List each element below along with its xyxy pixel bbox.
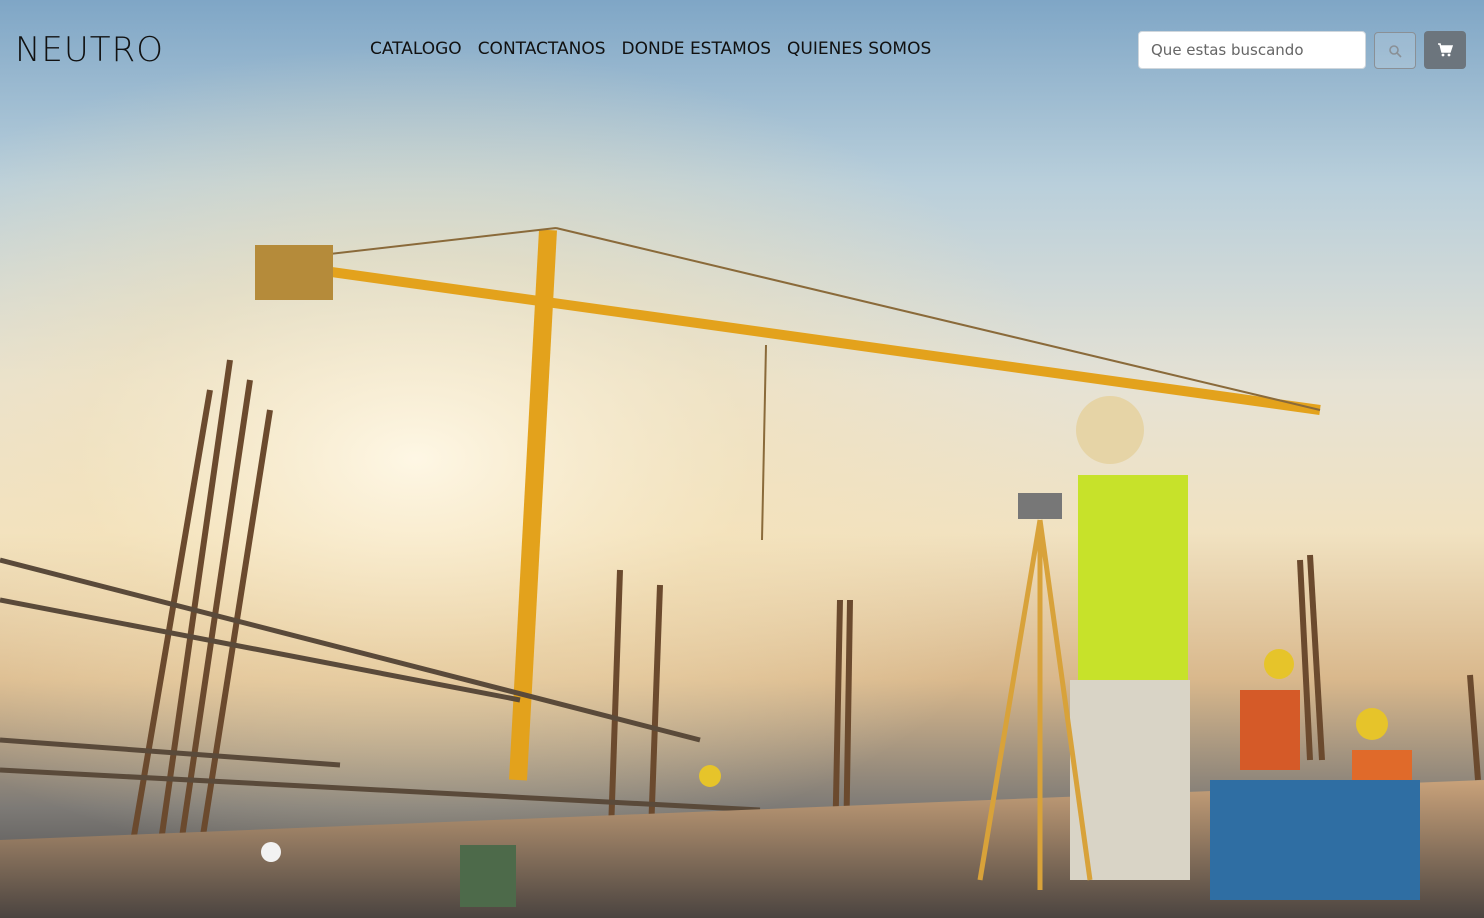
cart-icon: [1438, 43, 1453, 57]
search-input[interactable]: [1138, 31, 1366, 69]
search-icon: [1389, 44, 1402, 58]
navbar: NEUTRO CATALOGO CONTACTANOS DONDE ESTAMO…: [0, 0, 1484, 100]
hero-image: [0, 0, 1484, 918]
main-nav: CATALOGO CONTACTANOS DONDE ESTAMOS QUIEN…: [370, 37, 931, 61]
cart-button[interactable]: [1424, 31, 1466, 69]
nav-item-contactanos[interactable]: CONTACTANOS: [478, 37, 606, 61]
nav-item-donde-estamos[interactable]: DONDE ESTAMOS: [622, 37, 772, 61]
nav-item-quienes-somos[interactable]: QUIENES SOMOS: [787, 37, 931, 61]
brand-logo[interactable]: NEUTRO: [15, 30, 164, 70]
nav-item-catalogo[interactable]: CATALOGO: [370, 37, 462, 61]
page: NEUTRO CATALOGO CONTACTANOS DONDE ESTAMO…: [0, 0, 1484, 918]
search-button[interactable]: [1374, 32, 1416, 69]
